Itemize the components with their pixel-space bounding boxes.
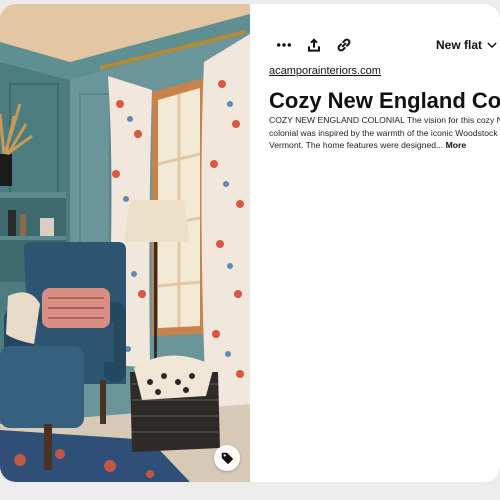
shelf-book	[20, 214, 26, 236]
more-link[interactable]: More	[446, 140, 467, 150]
living-room-photo	[0, 4, 250, 482]
pin-description: COZY NEW ENGLAND COLONIAL The vision for…	[269, 114, 500, 152]
basket-blanket	[134, 355, 214, 400]
shelf-vase	[40, 218, 54, 236]
black-vase	[0, 154, 12, 186]
source-link[interactable]: acamporainteriors.com	[269, 65, 381, 77]
ottoman	[0, 346, 84, 428]
tag-icon	[221, 452, 233, 464]
armchair-leg	[100, 380, 106, 424]
ellipsis-icon	[276, 43, 292, 47]
lamp-shade	[124, 200, 190, 242]
throw-blanket	[6, 292, 40, 344]
share-upload-icon	[308, 38, 320, 52]
right-curtain	[201, 34, 250, 414]
copy-link-button[interactable]	[331, 32, 357, 58]
board-selector[interactable]: New flat	[436, 32, 497, 58]
image-tag-button[interactable]	[214, 445, 240, 471]
pin-title: Cozy New England Colonial	[269, 88, 500, 113]
share-button[interactable]	[301, 32, 327, 58]
shelf-edge	[0, 236, 66, 240]
link-icon	[337, 38, 351, 52]
pin-card: New flat acamporainteriors.com Cozy New …	[0, 4, 500, 482]
shelf-book	[8, 210, 16, 236]
chevron-down-icon	[487, 42, 497, 48]
pin-image[interactable]	[0, 4, 250, 482]
pin-details: New flat acamporainteriors.com Cozy New …	[250, 4, 500, 482]
pin-toolbar: New flat	[250, 32, 500, 62]
board-selector-label: New flat	[436, 38, 483, 52]
ottoman-leg	[44, 424, 52, 470]
page-background	[0, 488, 500, 500]
shelf-edge	[0, 192, 66, 198]
more-options-button[interactable]	[271, 32, 297, 58]
